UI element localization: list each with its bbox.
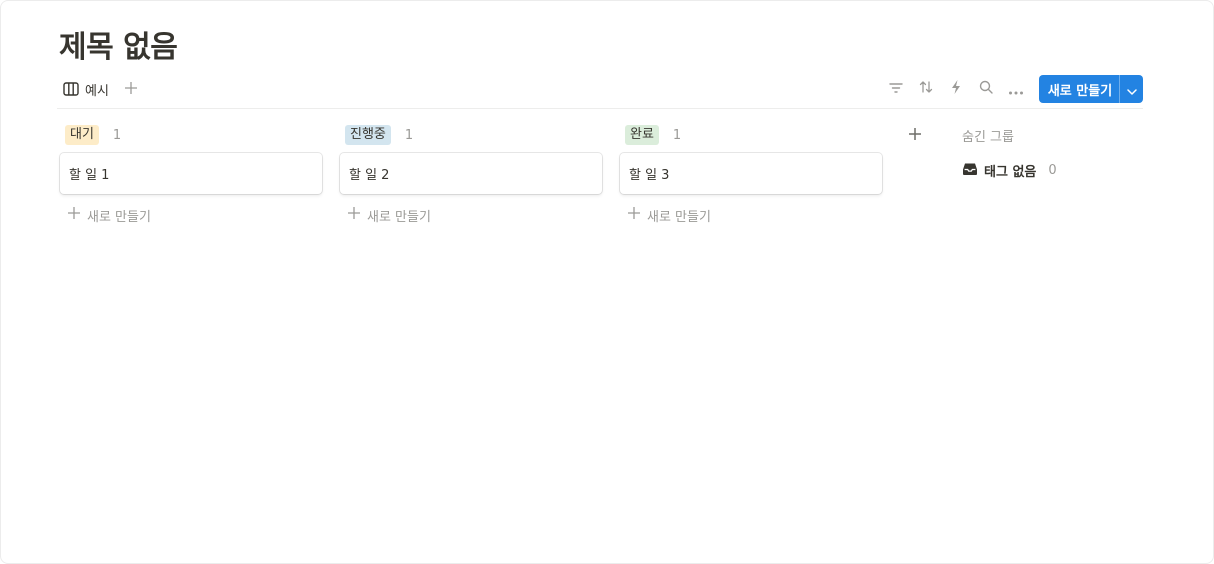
page-title[interactable]: 제목 없음 (59, 22, 178, 66)
board-column: 대기 1 할 일 1 새로 만들기 (60, 123, 322, 226)
card-title: 할 일 1 (69, 168, 110, 183)
add-card-button[interactable]: 새로 만들기 (340, 204, 602, 226)
add-card-label: 새로 만들기 (87, 209, 151, 225)
new-button-dropdown[interactable] (1119, 75, 1143, 103)
hidden-groups-title: 숨긴 그룹 (962, 130, 1014, 145)
add-card-button[interactable]: 새로 만들기 (60, 204, 322, 226)
tab-label: 예시 (85, 83, 109, 99)
status-tag: 완료 (625, 125, 659, 145)
automation-button[interactable] (947, 80, 965, 98)
hidden-group-label: 태그 없음 (984, 165, 1037, 180)
plus-icon (124, 80, 138, 99)
add-card-label: 새로 만들기 (367, 209, 431, 225)
card-title: 할 일 2 (349, 168, 390, 183)
status-tag: 대기 (65, 125, 99, 145)
lightning-icon (950, 79, 962, 99)
search-button[interactable] (977, 80, 995, 98)
column-header[interactable]: 대기 1 (60, 123, 322, 147)
new-button[interactable]: 새로 만들기 (1039, 75, 1119, 103)
plus-icon (627, 206, 641, 224)
board-column: 진행중 1 할 일 2 새로 만들기 (340, 123, 602, 226)
more-button[interactable] (1007, 80, 1025, 98)
search-icon (978, 79, 994, 99)
tab-board-view[interactable]: 예시 (63, 78, 109, 100)
database-toolbar: 예시 새로 만들기 (57, 74, 1143, 109)
hidden-group-item[interactable]: 태그 없음 0 (962, 161, 1057, 180)
board-icon (63, 82, 79, 96)
toolbar-actions (887, 78, 1025, 100)
board-column: 완료 1 할 일 3 새로 만들기 (620, 123, 882, 226)
add-group-button[interactable] (905, 125, 925, 145)
inbox-icon (962, 162, 978, 180)
add-card-button[interactable]: 새로 만들기 (620, 204, 882, 226)
more-icon (1008, 80, 1024, 99)
add-card-label: 새로 만들기 (647, 209, 711, 225)
column-count: 1 (404, 127, 414, 143)
board-card[interactable]: 할 일 2 (340, 153, 602, 194)
add-view-button[interactable] (121, 78, 141, 100)
plus-icon (908, 126, 922, 145)
board-card[interactable]: 할 일 1 (60, 153, 322, 194)
sort-button[interactable] (917, 80, 935, 98)
sort-icon (918, 79, 934, 99)
plus-icon (67, 206, 81, 224)
column-header[interactable]: 진행중 1 (340, 123, 602, 147)
board-card[interactable]: 할 일 3 (620, 153, 882, 194)
status-tag: 진행중 (345, 125, 391, 145)
column-count: 1 (112, 127, 122, 143)
column-header[interactable]: 완료 1 (620, 123, 882, 147)
plus-icon (347, 206, 361, 224)
column-count: 1 (672, 127, 682, 143)
new-button-group: 새로 만들기 (1039, 75, 1143, 103)
filter-button[interactable] (887, 80, 905, 98)
card-title: 할 일 3 (629, 168, 670, 183)
filter-icon (888, 80, 904, 99)
chevron-down-icon (1126, 80, 1137, 99)
hidden-group-count: 0 (1048, 163, 1057, 178)
hidden-groups: 숨긴 그룹 태그 없음 0 (962, 126, 1057, 180)
